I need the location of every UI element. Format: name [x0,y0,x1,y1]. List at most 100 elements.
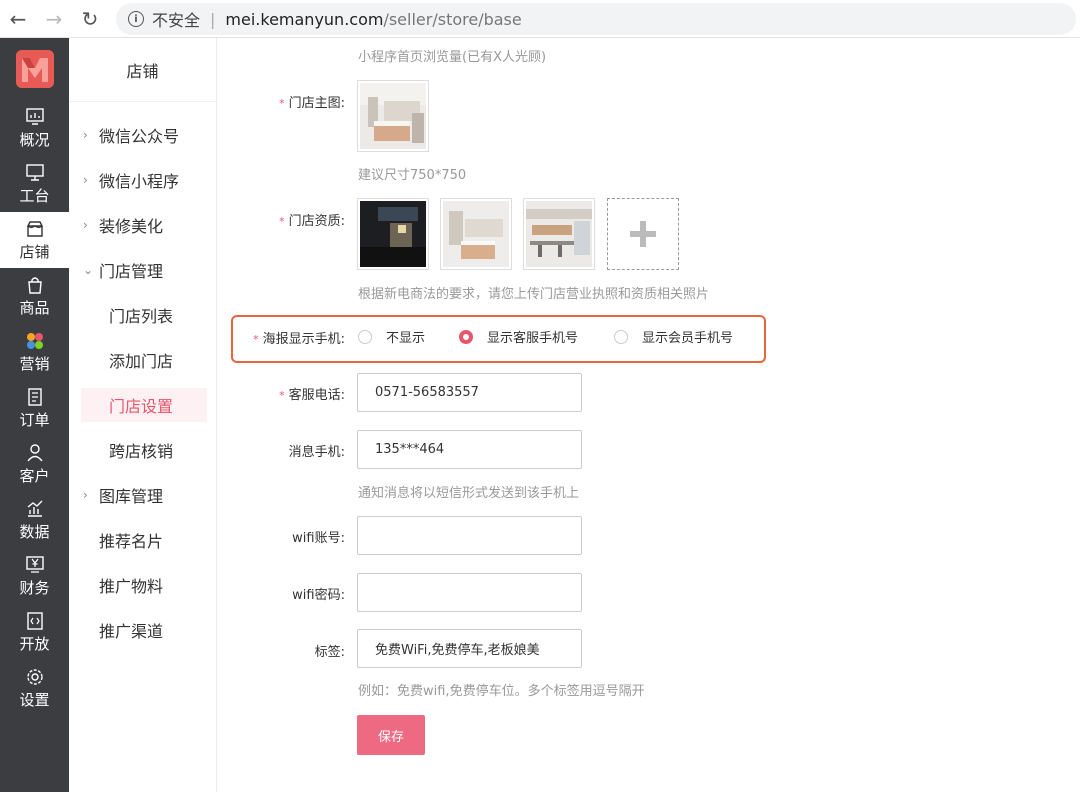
main-sidebar: 概况 工台 店铺 商品 营销 订单 客户 数据 财务 开放 设置 [0,38,69,792]
sidebar-item-settings[interactable]: 设置 [0,660,69,716]
sidebar-item-orders[interactable]: 订单 [0,380,69,436]
subnav-item-label: 跨店核销 [109,442,174,461]
sidebar-item-label: 开放 [19,634,50,653]
subnav-item-gallery[interactable]: › 图库管理 [83,478,209,512]
store-photo [526,201,592,267]
tags-input[interactable]: 免费WiFi,免费停车,老板娘美 [357,629,582,668]
subnav-item-business-card[interactable]: 推荐名片 [83,523,209,557]
subnav-item-store-management[interactable]: ⌄ 门店管理 [83,253,209,287]
subnav-item-label: 微信小程序 [99,172,180,191]
store-photo [360,201,426,267]
finance-icon [25,555,44,573]
subnav-item-store-settings[interactable]: 门店设置 [81,388,207,422]
browser-toolbar: ← → ↻ i 不安全 | mei.kemanyun.com/seller/st… [0,0,1080,38]
sidebar-item-overview[interactable]: 概况 [0,100,69,156]
sidebar-item-label: 营销 [19,354,50,373]
info-icon[interactable]: i [128,11,144,27]
subnav-item-cross-store-verify[interactable]: 跨店核销 [81,433,207,467]
label-text: 门店主图: [288,96,345,111]
address-separator: | [210,9,216,29]
store-photo [360,83,426,149]
forward-icon[interactable]: → [36,0,72,38]
poster-phone-label: * 海报显示手机: [230,328,345,347]
address-bar[interactable]: i 不安全 | mei.kemanyun.com/seller/store/ba… [116,3,1076,35]
wifi-account-input[interactable] [357,516,582,555]
subnav-item-label: 推荐名片 [99,532,164,551]
tags-hint: 例如：免费wifi,免费停车位。多个标签用逗号隔开 [358,684,645,699]
store-icon [26,220,43,237]
sidebar-item-label: 店铺 [19,242,50,261]
reload-icon[interactable]: ↻ [72,0,108,38]
subnav-item-store-list[interactable]: 门店列表 [81,298,207,332]
required-mark: * [279,97,285,110]
qualification-thumbnail-1[interactable] [357,198,429,270]
radio-label: 不显示 [386,331,426,346]
subnav-item-promo-materials[interactable]: 推广物料 [83,568,209,602]
data-icon [27,500,42,517]
message-phone-label: 消息手机: [288,445,345,460]
subnav-item-add-store[interactable]: 添加门店 [81,343,207,377]
subnav-item-label: 推广物料 [99,577,164,596]
subnav-item-wechat-official[interactable]: › 微信公众号 [83,118,209,152]
sidebar-item-label: 数据 [19,522,50,541]
back-icon[interactable]: ← [0,0,36,38]
label-text: 门店资质: [288,214,345,229]
qualification-hint: 根据新电商法的要求，请您上传门店营业执照和资质相关照片 [358,287,710,302]
label-text: 海报显示手机: [262,332,345,347]
store-subnav: 店铺 › 微信公众号 › 微信小程序 › 装修美化 ⌄ 门店管理 门店列表 添加… [69,38,217,792]
desktop-icon [25,163,44,181]
app-logo[interactable] [0,38,69,100]
upload-image-button[interactable] [607,198,679,270]
sidebar-item-label: 工台 [19,186,50,205]
radio-checked-icon [459,329,473,344]
subnav-item-label: 推广渠道 [99,622,164,641]
subnav-item-decoration[interactable]: › 装修美化 [83,208,209,242]
radio-member-phone[interactable]: 显示会员手机号 [614,327,733,346]
radio-unchecked-icon [358,329,372,344]
qualification-label: * 门店资质: [230,210,345,229]
radio-hide-phone[interactable]: 不显示 [358,327,425,346]
settings-icon [26,668,43,685]
sidebar-item-customers[interactable]: 客户 [0,436,69,492]
code-icon [26,611,43,630]
chevron-right-icon: › [83,488,88,502]
qualification-thumbnail-2[interactable] [440,198,512,270]
radio-service-phone[interactable]: 显示客服手机号 [459,327,578,346]
plus-icon [630,221,656,247]
sidebar-item-data[interactable]: 数据 [0,492,69,548]
sidebar-item-open[interactable]: 开放 [0,604,69,660]
sidebar-item-marketing[interactable]: 营销 [0,324,69,380]
required-mark: * [279,389,285,402]
sidebar-item-label: 客户 [19,466,50,485]
radio-label: 显示会员手机号 [642,331,734,346]
subnav-item-label: 添加门店 [109,352,174,371]
sidebar-item-products[interactable]: 商品 [0,268,69,324]
service-phone-input[interactable]: 0571-56583557 [357,373,582,412]
message-phone-hint: 通知消息将以短信形式发送到该手机上 [358,486,580,501]
wifi-password-input[interactable] [357,573,582,612]
store-photo [443,201,509,267]
main-image-thumbnail[interactable] [357,80,429,152]
radio-label: 显示客服手机号 [487,331,579,346]
tags-label: 标签: [314,645,345,660]
radio-unchecked-icon [614,329,628,344]
save-button[interactable]: 保存 [357,715,425,755]
sidebar-item-label: 商品 [19,298,50,317]
qualification-thumbnail-3[interactable] [523,198,595,270]
main-image-label: * 门店主图: [230,92,345,111]
logo-mark-icon [15,50,54,88]
label-text: 客服电话: [288,388,345,403]
main-image-hint: 建议尺寸750*750 [358,168,467,183]
wifi-password-label: wifi密码: [292,588,345,603]
sidebar-item-finance[interactable]: 财务 [0,548,69,604]
monitor-chart-icon [25,107,44,125]
pageview-hint: 小程序首页浏览量(已有X人光顾) [358,50,547,65]
subnav-item-promo-channels[interactable]: 推广渠道 [83,613,209,647]
sidebar-item-workbench[interactable]: 工台 [0,156,69,212]
subnav-item-label: 图库管理 [99,487,164,506]
sidebar-item-store[interactable]: 店铺 [0,212,69,268]
subnav-title: 店铺 [69,38,216,102]
subnav-item-wechat-miniapp[interactable]: › 微信小程序 [83,163,209,197]
message-phone-input[interactable]: 135***464 [357,430,582,469]
chevron-right-icon: › [83,128,88,142]
